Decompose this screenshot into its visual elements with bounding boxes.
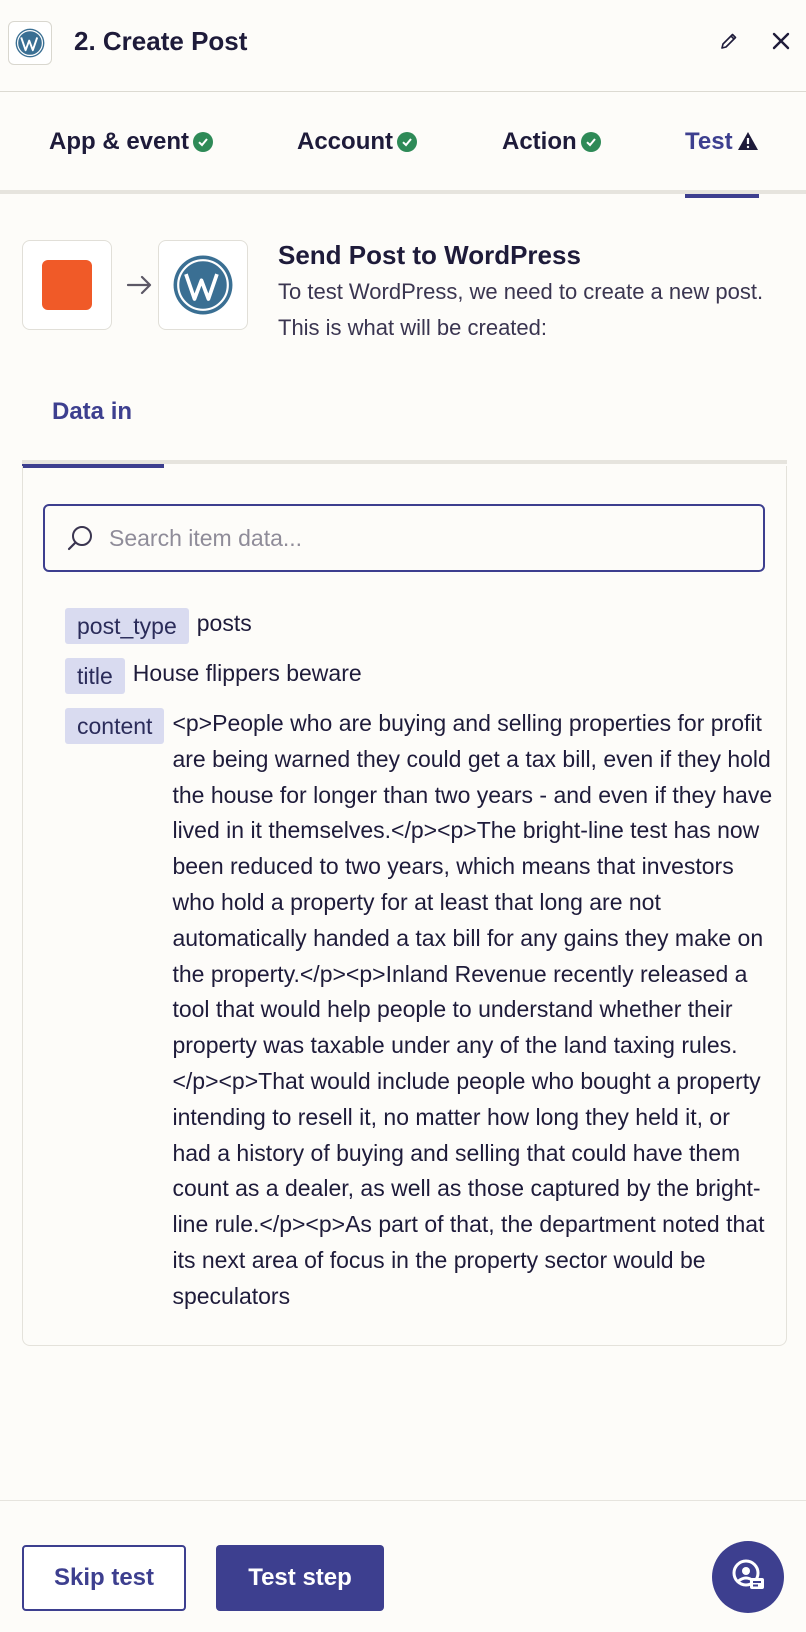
- field-value: House flippers beware: [132, 660, 362, 686]
- field-key: content: [65, 708, 165, 744]
- skip-test-button[interactable]: Skip test: [22, 1545, 186, 1611]
- field-key: title: [65, 658, 125, 694]
- data-panel: post_type posts title House flippers bew…: [22, 466, 787, 1346]
- check-circle-icon: [193, 132, 214, 152]
- tab-label: Account: [297, 128, 393, 155]
- field-list: post_type posts title House flippers bew…: [65, 608, 785, 1385]
- list-item: title House flippers beware: [65, 658, 785, 694]
- summary-title: Send Post to WordPress: [278, 240, 581, 270]
- tab-test[interactable]: Test: [685, 128, 759, 198]
- list-item: post_type posts: [65, 608, 785, 644]
- tab-data-in[interactable]: Data in: [22, 364, 164, 468]
- pencil-icon: [719, 31, 739, 56]
- step-tabs: App & event Account Action Test: [0, 92, 806, 198]
- edit-button[interactable]: [712, 26, 746, 60]
- help-button[interactable]: [712, 1541, 784, 1613]
- summary-description: To test WordPress, we need to create a n…: [278, 279, 764, 340]
- tab-account[interactable]: Account: [297, 128, 417, 192]
- wordpress-logo-icon: [8, 21, 52, 65]
- footer-bar: Skip test Test step: [0, 1500, 806, 1632]
- check-circle-icon: [580, 132, 601, 152]
- arrow-right-icon: [122, 270, 158, 300]
- tab-label: Test: [685, 128, 733, 155]
- tab-action[interactable]: Action: [502, 128, 601, 192]
- data-tabs: Data in: [22, 364, 787, 468]
- field-key: post_type: [65, 608, 189, 644]
- search-input[interactable]: [109, 524, 763, 552]
- tab-app-event[interactable]: App & event: [49, 128, 214, 192]
- page-title: 2. Create Post: [74, 26, 248, 56]
- step-header: 2. Create Post: [0, 0, 806, 92]
- close-icon: [770, 30, 792, 57]
- warning-icon: [737, 130, 759, 158]
- search-box[interactable]: [43, 504, 765, 572]
- field-value: <p>People who are buying and selling pro…: [172, 710, 773, 1309]
- source-app-icon: [22, 240, 112, 330]
- search-icon: [63, 521, 97, 555]
- wordpress-app-icon: [158, 240, 248, 330]
- field-value: posts: [196, 610, 252, 636]
- list-item: content <p>People who are buying and sel…: [65, 708, 785, 1371]
- test-step-button[interactable]: Test step: [216, 1545, 384, 1611]
- close-button[interactable]: [764, 26, 798, 60]
- support-chat-icon: [729, 1556, 767, 1599]
- action-summary: Send Post to WordPress To test WordPress…: [22, 240, 792, 340]
- tab-label: Action: [502, 128, 577, 155]
- check-circle-icon: [397, 132, 417, 152]
- tab-label: App & event: [49, 128, 190, 155]
